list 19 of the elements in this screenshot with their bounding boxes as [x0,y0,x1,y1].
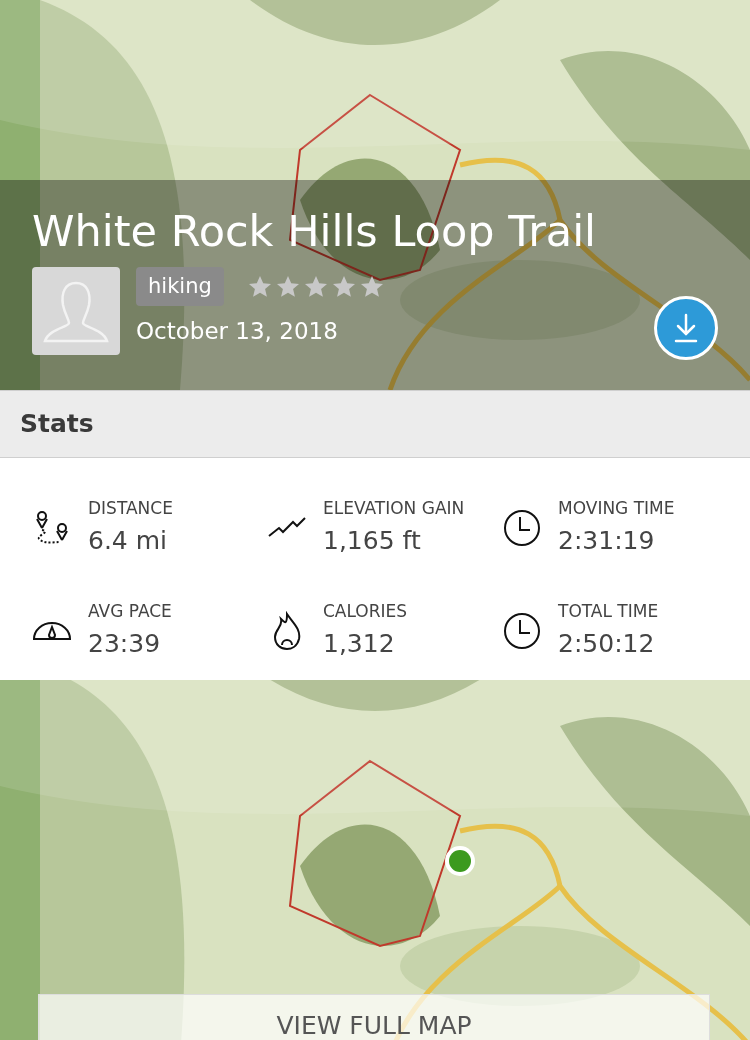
star-rating[interactable] [247,274,384,299]
stat-value: 2:31:19 [558,524,656,557]
stat-value: 1,165 ft [323,524,422,557]
activity-tag: hiking [136,266,224,307]
stat-label: AVG PACE [88,600,172,623]
stat-label: CALORIES [323,600,408,623]
stat-label: ELEVATION GAIN [323,497,465,520]
clock-icon [502,611,542,651]
view-full-map-button[interactable]: VIEW FULL MAP [38,994,710,1040]
stat-value: 1,312 [323,627,396,660]
clock-icon [502,508,542,548]
stat-value: 6.4 mi [88,524,168,557]
section-title: Stats [20,408,94,441]
stat-value: 23:39 [88,627,162,660]
trail-date: October 13, 2018 [136,317,339,347]
stat-label: TOTAL TIME [558,600,659,623]
stat-label: MOVING TIME [558,497,675,520]
stat-label: DISTANCE [88,497,173,520]
stat-value: 2:50:12 [558,627,656,660]
